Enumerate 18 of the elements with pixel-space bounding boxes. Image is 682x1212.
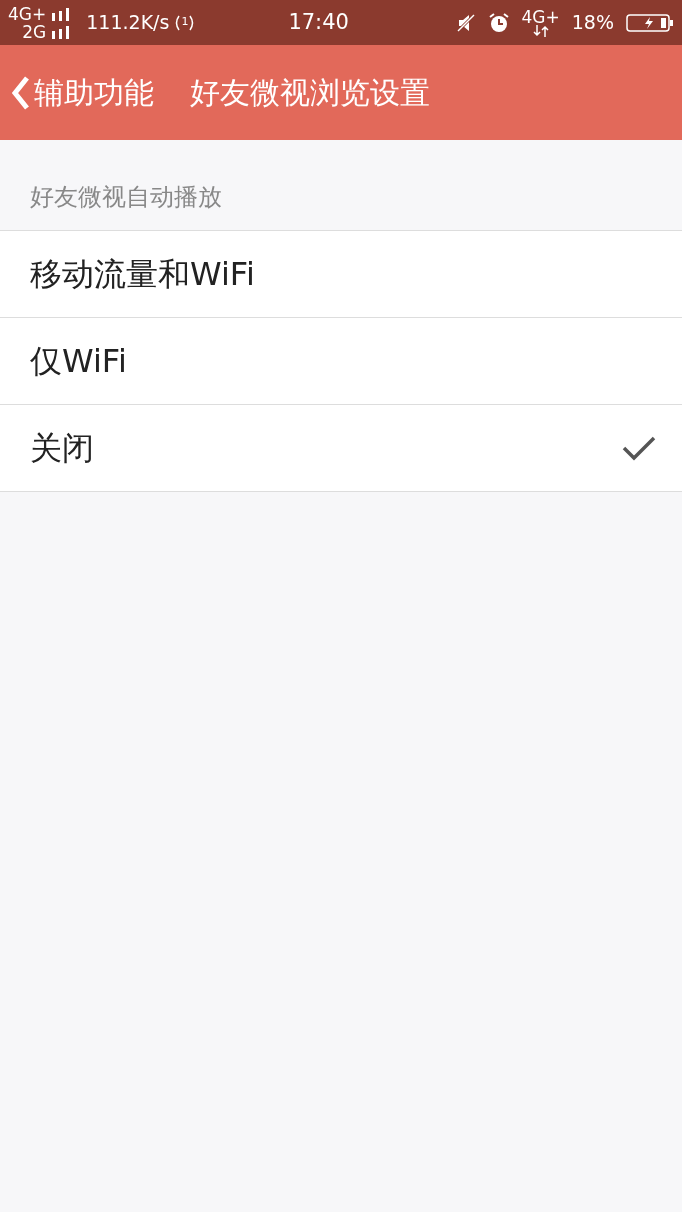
hotspot-count: 1: [181, 14, 189, 31]
battery-icon: [626, 12, 674, 33]
network-speed: 111.2K/s: [86, 10, 170, 36]
page-title: 好友微视浏览设置: [190, 74, 430, 112]
option-label: 仅WiFi: [30, 341, 128, 382]
section-header: 好友微视自动播放: [29, 182, 223, 213]
option-label: 移动流量和WiFi: [30, 254, 256, 295]
alarm-icon: [487, 11, 510, 34]
network-label: 2G: [22, 22, 47, 41]
back-icon: [12, 75, 30, 110]
hotspot-icon: [173, 13, 182, 32]
network-label: 4G+: [521, 8, 560, 25]
battery-percent: 18%: [571, 10, 614, 36]
data-arrows-icon: [531, 24, 550, 37]
network-label: 4G+: [8, 4, 47, 23]
mute-icon: [455, 12, 476, 33]
option-label: 关闭: [30, 428, 95, 469]
clock: 17:40: [288, 8, 349, 36]
